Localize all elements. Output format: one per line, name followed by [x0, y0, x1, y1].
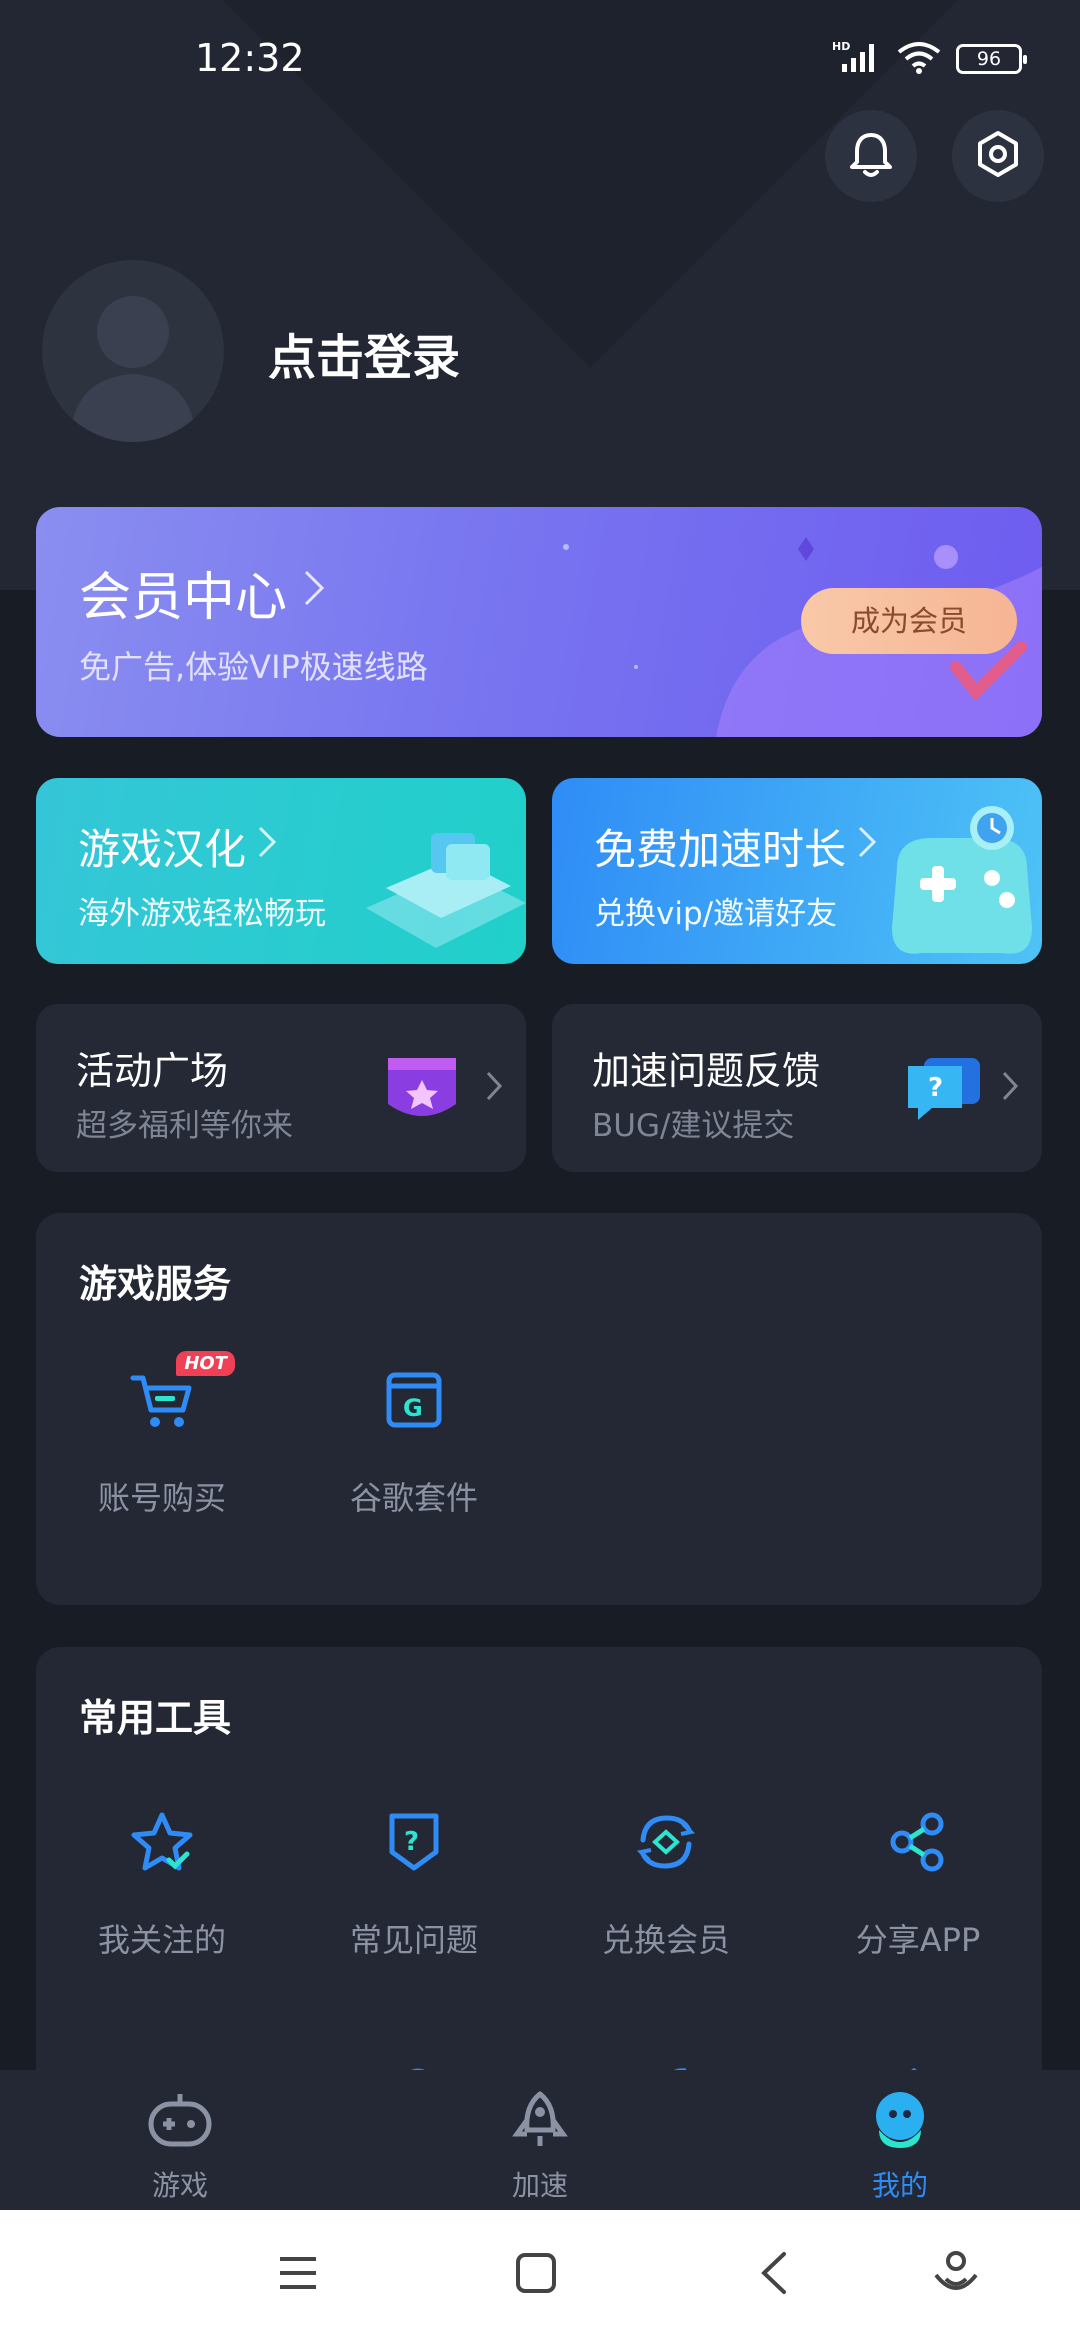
assistant-button[interactable]	[926, 2250, 986, 2300]
back-icon	[756, 2250, 792, 2300]
settings-button[interactable]	[952, 110, 1044, 202]
svg-text:HD: HD	[832, 40, 850, 53]
share-icon	[881, 1805, 955, 1879]
svg-text:?: ?	[404, 1827, 419, 1857]
back-button[interactable]	[744, 2250, 804, 2300]
activity-title: 活动广场	[76, 1049, 229, 1093]
gamepad-icon	[145, 2094, 215, 2154]
account-purchase-label: 账号购买	[97, 1479, 226, 1517]
battery-icon: 96	[956, 44, 1027, 74]
tab-mine-label: 我的	[871, 2169, 928, 2202]
feedback-title: 加速问题反馈	[592, 1049, 821, 1093]
vip-subtitle: 免广告,体验VIP极速线路	[79, 648, 428, 686]
free-time-card[interactable]: 免费加速时长 兑换vip/邀请好友	[552, 778, 1042, 964]
free-time-title-text: 免费加速时长	[594, 825, 847, 874]
game-localization-card[interactable]: 游戏汉化 海外游戏轻松畅玩	[36, 778, 526, 964]
game-services-section: 游戏服务 HOT 账号购买 G 谷歌套件	[36, 1213, 1042, 1605]
redeem-member-label: 兑换会员	[601, 1921, 730, 1959]
tab-accelerate[interactable]: 加速	[440, 2090, 640, 2204]
rocket-icon	[505, 2091, 575, 2154]
svg-text:G: G	[403, 1394, 423, 1422]
menu-icon	[276, 2253, 320, 2297]
status-time: 12:32	[195, 36, 305, 80]
share-app-label: 分享APP	[855, 1921, 981, 1959]
login-prompt[interactable]: 点击登录	[268, 318, 460, 388]
vip-title-text: 会员中心	[79, 568, 288, 628]
activity-square-card[interactable]: 活动广场 超多福利等你来	[36, 1004, 526, 1172]
assistant-icon	[932, 2249, 980, 2301]
chevron-right-icon	[301, 563, 327, 623]
game-services-title: 游戏服务	[79, 1262, 232, 1306]
account-purchase-item[interactable]: HOT 账号购买	[52, 1351, 272, 1533]
system-navigation-bar	[0, 2210, 1080, 2340]
hot-badge: HOT	[176, 1351, 235, 1376]
chevron-right-icon	[256, 822, 278, 871]
share-app-item[interactable]: 分享APP	[808, 1805, 1028, 1975]
tab-games-label: 游戏	[151, 2169, 208, 2202]
tab-accelerate-label: 加速	[511, 2169, 568, 2202]
following-label: 我关注的	[97, 1921, 226, 1959]
user-silhouette-icon	[70, 296, 196, 442]
become-member-button[interactable]: 成为会员	[801, 588, 1017, 654]
signal-icon: HD	[832, 40, 882, 78]
home-button[interactable]	[506, 2250, 566, 2300]
gear-icon	[974, 130, 1022, 182]
localization-title-text: 游戏汉化	[78, 825, 247, 874]
following-item[interactable]: 我关注的	[52, 1805, 272, 1975]
bottom-navigation: 游戏 加速 我的	[0, 2070, 1080, 2210]
chevron-right-icon	[484, 1068, 504, 1108]
notification-button[interactable]	[825, 110, 917, 202]
localization-title: 游戏汉化	[78, 816, 278, 877]
localization-subtitle: 海外游戏轻松畅玩	[78, 896, 326, 932]
gift-shield-icon	[382, 1052, 462, 1132]
google-suite-label: 谷歌套件	[349, 1479, 478, 1517]
status-icons: HD 96	[832, 40, 1027, 78]
square-icon	[514, 2251, 558, 2299]
faq-label: 常见问题	[349, 1921, 478, 1959]
feedback-card[interactable]: 加速问题反馈 BUG/建议提交 ?	[552, 1004, 1042, 1172]
profile-mascot-icon	[865, 2092, 935, 2154]
vip-center-card[interactable]: 会员中心 免广告,体验VIP极速线路 成为会员	[36, 507, 1042, 737]
redeem-member-item[interactable]: 兑换会员	[556, 1805, 776, 1975]
free-time-title: 免费加速时长	[594, 816, 878, 877]
bell-icon	[848, 130, 894, 182]
faq-icon: ?	[377, 1805, 451, 1879]
star-icon	[125, 1805, 199, 1879]
chat-bubble-icon: ?	[904, 1054, 984, 1128]
status-bar: 12:32 HD 96	[0, 0, 1080, 120]
chevron-right-icon	[856, 822, 878, 871]
common-tools-title: 常用工具	[79, 1696, 232, 1740]
exchange-icon	[629, 1805, 703, 1879]
google-suite-icon: G	[377, 1363, 451, 1437]
tab-games[interactable]: 游戏	[80, 2090, 280, 2204]
activity-subtitle: 超多福利等你来	[76, 1108, 293, 1144]
tab-mine[interactable]: 我的	[800, 2090, 1000, 2204]
wifi-icon	[896, 40, 942, 78]
vip-title: 会员中心	[79, 555, 327, 630]
chevron-right-icon	[1000, 1068, 1020, 1108]
common-tools-section: 常用工具 我关注的 ? 常见问题 兑换会员 分享APP	[36, 1647, 1042, 2127]
cart-icon: HOT	[125, 1351, 235, 1437]
faq-item[interactable]: ? 常见问题	[304, 1805, 524, 1975]
free-time-subtitle: 兑换vip/邀请好友	[594, 896, 838, 932]
google-suite-item[interactable]: G 谷歌套件	[304, 1363, 524, 1533]
feedback-subtitle: BUG/建议提交	[592, 1108, 795, 1144]
svg-text:?: ?	[928, 1073, 943, 1103]
avatar[interactable]	[42, 260, 224, 442]
menu-button[interactable]	[268, 2250, 328, 2300]
